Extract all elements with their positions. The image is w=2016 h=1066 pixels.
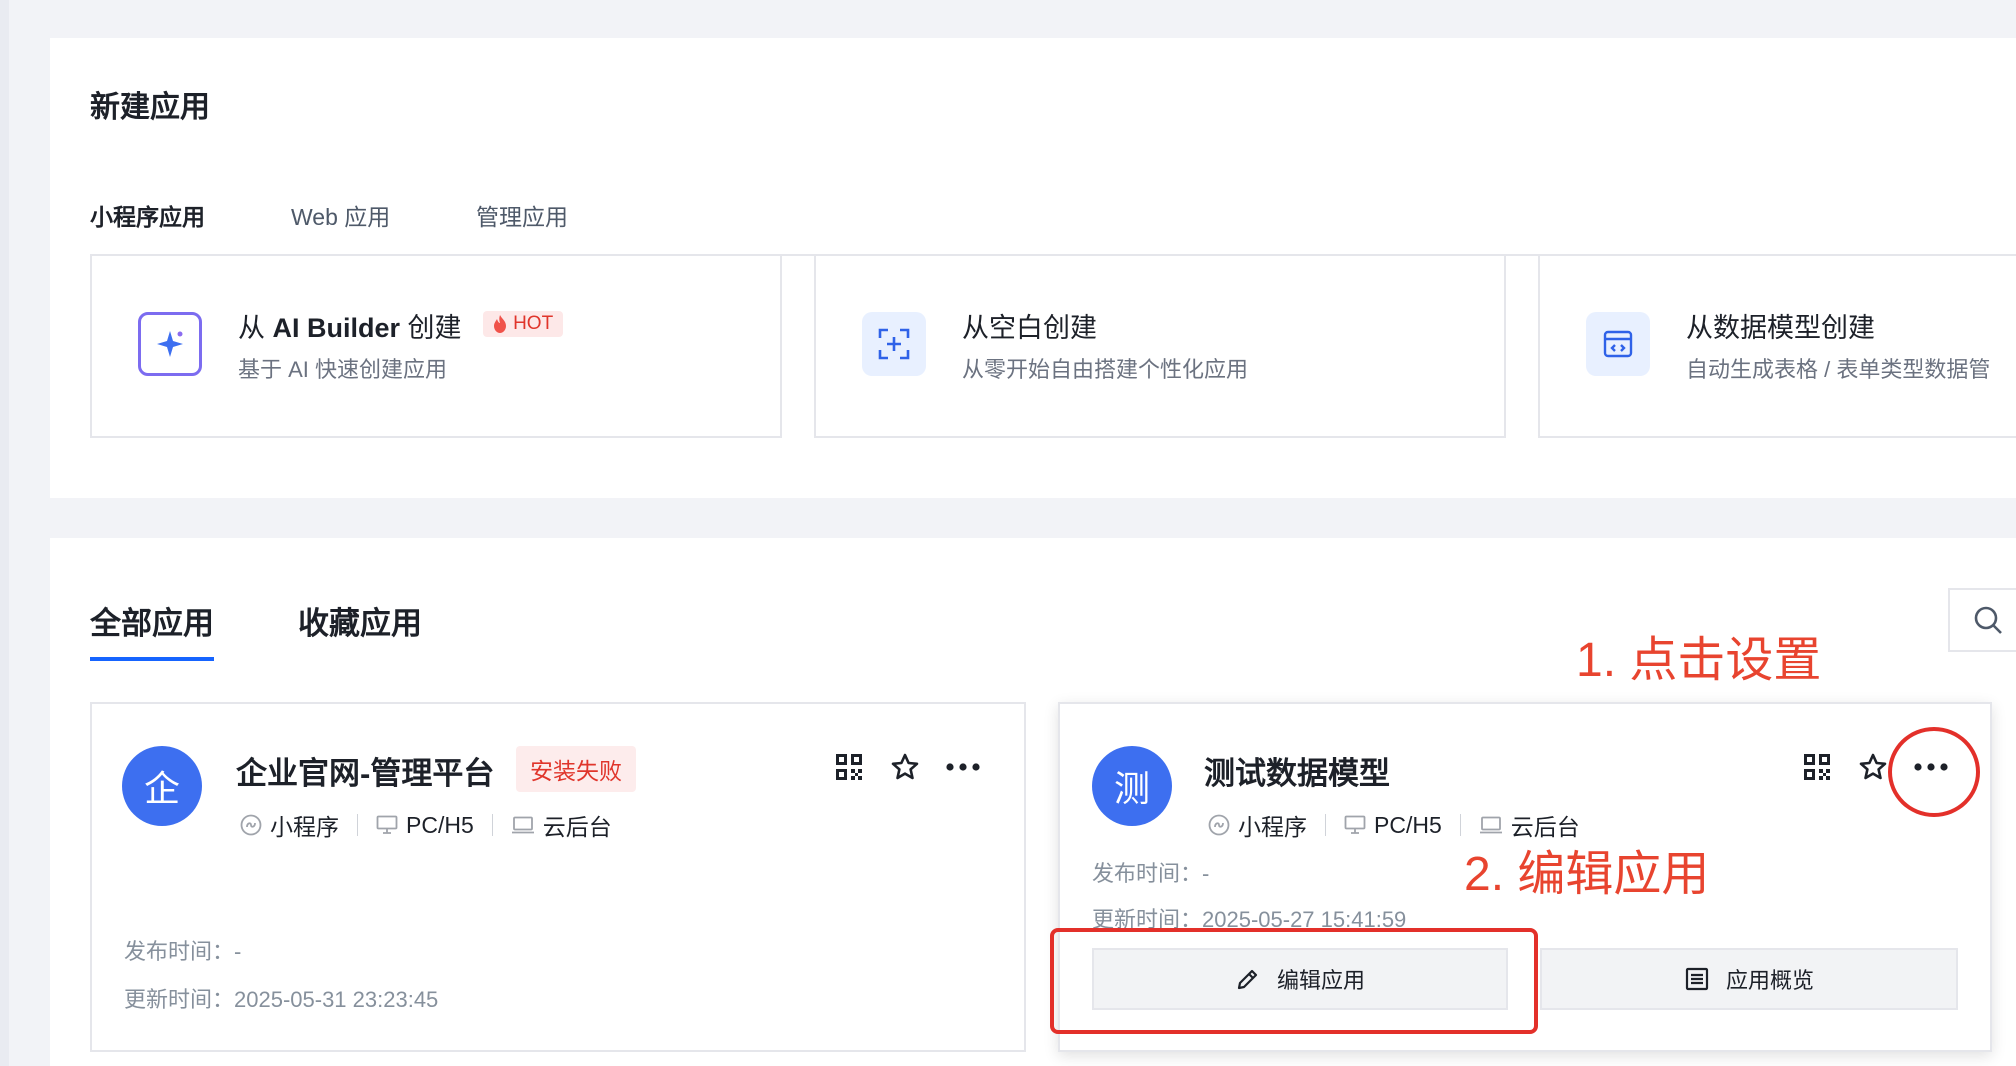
divider — [491, 814, 493, 836]
tab-web[interactable]: Web 应用 — [291, 198, 390, 256]
more-icon[interactable] — [946, 762, 980, 772]
laptop-icon — [1479, 816, 1502, 834]
divider — [1325, 814, 1326, 836]
create-from-blank-card[interactable]: 从空白创建 从零开始自由搭建个性化应用 — [814, 254, 1506, 438]
tab-miniprogram[interactable]: 小程序应用 — [90, 198, 205, 258]
add-frame-icon — [862, 312, 926, 376]
hot-badge: HOT — [483, 311, 564, 337]
card-title: 从数据模型创建 — [1686, 313, 1875, 343]
status-badge: 安装失败 — [516, 746, 636, 792]
platform-list: 小程序 PC/H5 云后台 — [240, 808, 612, 842]
card-title: 从 AI Builder 创建 HOT — [238, 306, 564, 345]
overview-icon — [1685, 967, 1709, 991]
platform-label: PC/H5 — [1374, 811, 1442, 838]
title-prefix: 从 — [238, 313, 273, 343]
tab-favorite-apps[interactable]: 收藏应用 — [298, 598, 422, 657]
flame-icon — [494, 315, 507, 333]
create-from-ai-builder-card[interactable]: 从 AI Builder 创建 HOT 基于 AI 快速创建应用 — [90, 254, 782, 438]
platform-pc-h5: PC/H5 — [376, 812, 474, 839]
new-app-panel: 新建应用 小程序应用 Web 应用 管理应用 从 AI Builder 创建 H… — [50, 38, 2016, 498]
star-icon[interactable] — [1858, 752, 1888, 782]
platform-miniprogram: 小程序 — [240, 808, 339, 842]
platform-label: 小程序 — [270, 814, 339, 840]
app-name: 企业官网-管理平台 — [236, 756, 495, 791]
left-edge — [0, 0, 9, 1066]
title-bold: AI Builder — [272, 313, 401, 343]
platform-cloud-admin: 云后台 — [511, 808, 612, 842]
publish-time: 发布时间：- — [1092, 861, 1210, 886]
card-description: 自动生成表格 / 表单类型数据管 — [1686, 357, 1991, 382]
page-title: 新建应用 — [90, 91, 210, 124]
search-icon — [1974, 606, 2002, 634]
card-description: 基于 AI 快速创建应用 — [238, 357, 448, 382]
annotation-step2: 2. 编辑应用 — [1464, 848, 1710, 901]
monitor-icon — [1344, 815, 1366, 834]
hot-badge-label: HOT — [513, 313, 554, 334]
platform-miniprogram: 小程序 — [1208, 808, 1307, 842]
miniprogram-icon — [240, 814, 262, 836]
app-card[interactable]: 企 企业官网-管理平台 安装失败 小程序 PC/H5 云后台 发布时间：- 更新… — [90, 702, 1026, 1052]
divider — [357, 814, 358, 836]
avatar: 测 — [1092, 746, 1172, 826]
card-title: 从空白创建 — [962, 313, 1097, 343]
app-name: 测试数据模型 — [1204, 756, 1390, 791]
divider — [1459, 814, 1461, 836]
annotation-box — [1050, 928, 1538, 1034]
app-overview-button[interactable]: 应用概览 — [1540, 948, 1958, 1010]
sparkle-icon — [138, 312, 202, 376]
publish-time: 发布时间：- — [124, 939, 242, 964]
data-model-icon — [1586, 312, 1650, 376]
star-icon[interactable] — [890, 752, 920, 782]
platform-label: 云后台 — [542, 814, 612, 840]
platform-label: PC/H5 — [406, 811, 474, 838]
apps-panel: 全部应用 收藏应用 企 企业官网-管理平台 安装失败 小程序 PC/H5 云后台… — [50, 538, 2016, 1066]
annotation-circle — [1888, 727, 1980, 817]
card-description: 从零开始自由搭建个性化应用 — [962, 357, 1249, 382]
platform-label: 小程序 — [1238, 814, 1307, 840]
avatar: 企 — [122, 746, 202, 826]
laptop-icon — [511, 816, 534, 834]
qrcode-icon[interactable] — [1802, 752, 1832, 782]
card-actions — [834, 752, 980, 782]
update-time: 更新时间：2025-05-31 23:23:45 — [124, 987, 439, 1012]
tab-admin[interactable]: 管理应用 — [476, 198, 568, 256]
monitor-icon — [376, 815, 398, 834]
new-app-tabs: 小程序应用 Web 应用 管理应用 — [90, 158, 2016, 258]
platform-pc-h5: PC/H5 — [1344, 812, 1442, 839]
tab-all-apps[interactable]: 全部应用 — [90, 598, 214, 661]
search-button[interactable] — [1948, 588, 2016, 652]
create-from-data-model-card[interactable]: 从数据模型创建 自动生成表格 / 表单类型数据管 — [1538, 254, 2016, 438]
app-overview-label: 应用概览 — [1725, 968, 1814, 993]
annotation-step1: 1. 点击设置 — [1576, 634, 1822, 687]
title-suffix: 创建 — [400, 313, 462, 343]
qrcode-icon[interactable] — [834, 752, 864, 782]
miniprogram-icon — [1208, 814, 1230, 836]
